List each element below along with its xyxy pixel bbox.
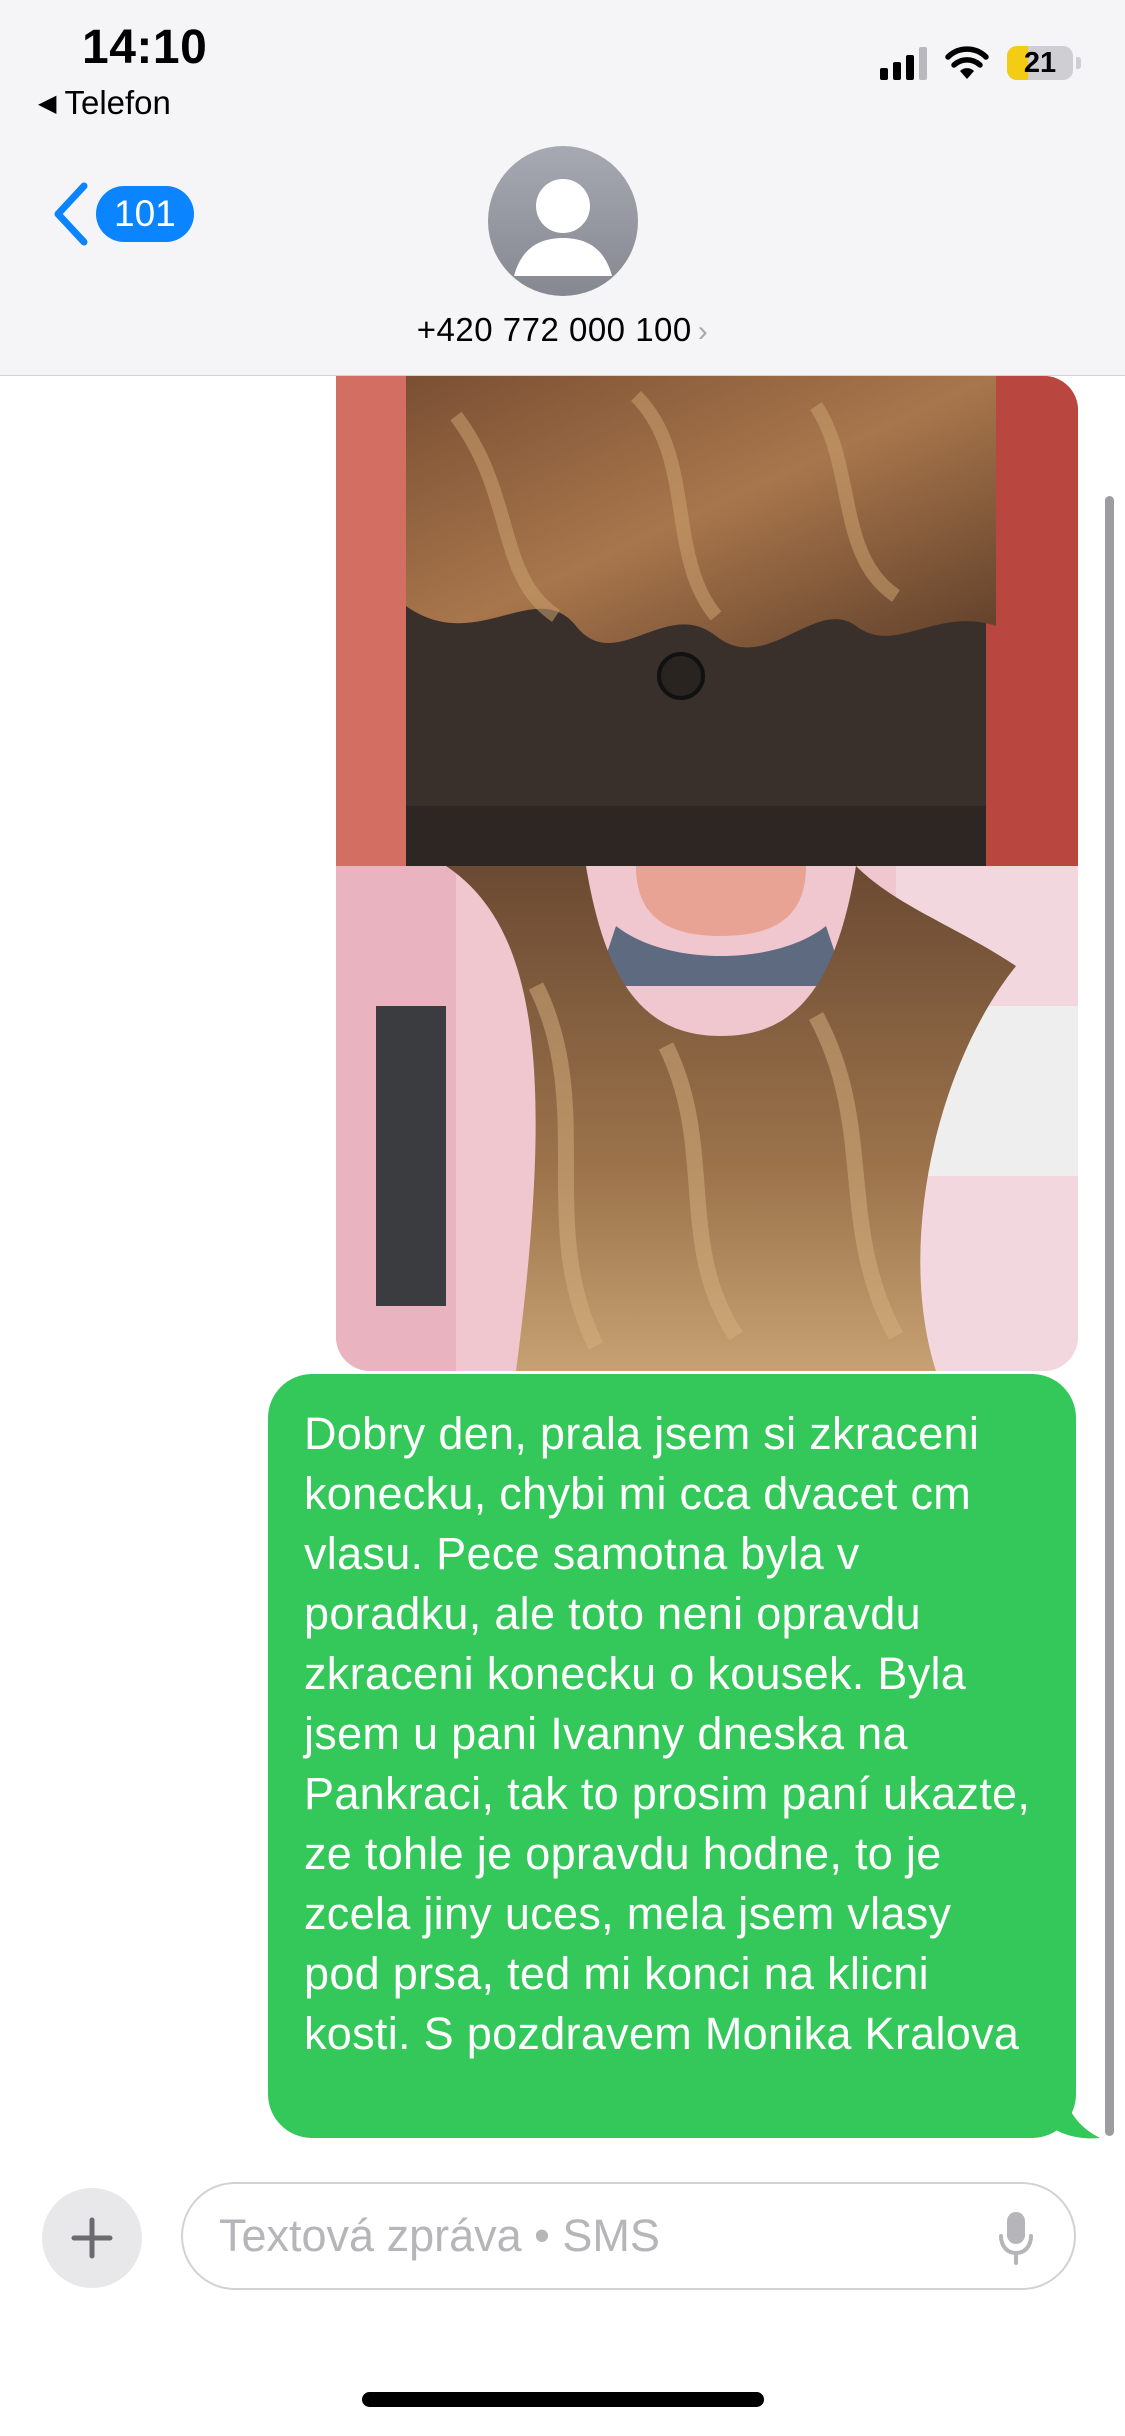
home-indicator[interactable] [362, 2392, 764, 2407]
status-icons: 21 [880, 46, 1081, 80]
contact-phone-number: +420 772 000 100 [416, 311, 692, 348]
contact-avatar[interactable] [488, 146, 638, 296]
back-to-app-button[interactable]: ◀ Telefon [38, 84, 171, 122]
unread-count-badge: 101 [96, 186, 194, 242]
back-app-label: Telefon [64, 84, 171, 121]
scroll-indicator[interactable] [1105, 496, 1114, 2136]
back-triangle-icon: ◀ [38, 89, 57, 117]
sent-photo-hair-back[interactable] [336, 376, 1078, 866]
chevron-right-icon: › [697, 315, 709, 348]
bubble-tail [1050, 2084, 1100, 2139]
battery-cap [1076, 57, 1081, 69]
conversation-header: 14:10 ◀ Telefon 21 101 +420 772 000 100 … [0, 0, 1125, 376]
cellular-signal-icon [880, 46, 927, 80]
person-silhouette-icon [514, 179, 612, 276]
sent-message-bubble[interactable]: Dobry den, prala jsem si zkraceni koneck… [268, 1374, 1076, 2138]
microphone-icon[interactable] [998, 2210, 1034, 2266]
message-text: Dobry den, prala jsem si zkraceni koneck… [304, 1408, 1031, 2059]
battery-icon: 21 [1007, 46, 1073, 80]
plus-icon [71, 2217, 113, 2259]
battery-percent: 21 [1023, 46, 1057, 79]
apps-plus-button[interactable] [42, 2188, 142, 2288]
message-input-container [181, 2182, 1076, 2290]
wifi-icon [945, 46, 989, 80]
sent-photo-hair-front[interactable] [336, 866, 1078, 1371]
back-button[interactable]: 101 [50, 182, 194, 246]
message-input[interactable] [219, 2184, 959, 2288]
status-time: 14:10 [82, 21, 208, 74]
chevron-left-icon [54, 182, 88, 246]
contact-title[interactable]: +420 772 000 100 › [0, 311, 1125, 349]
